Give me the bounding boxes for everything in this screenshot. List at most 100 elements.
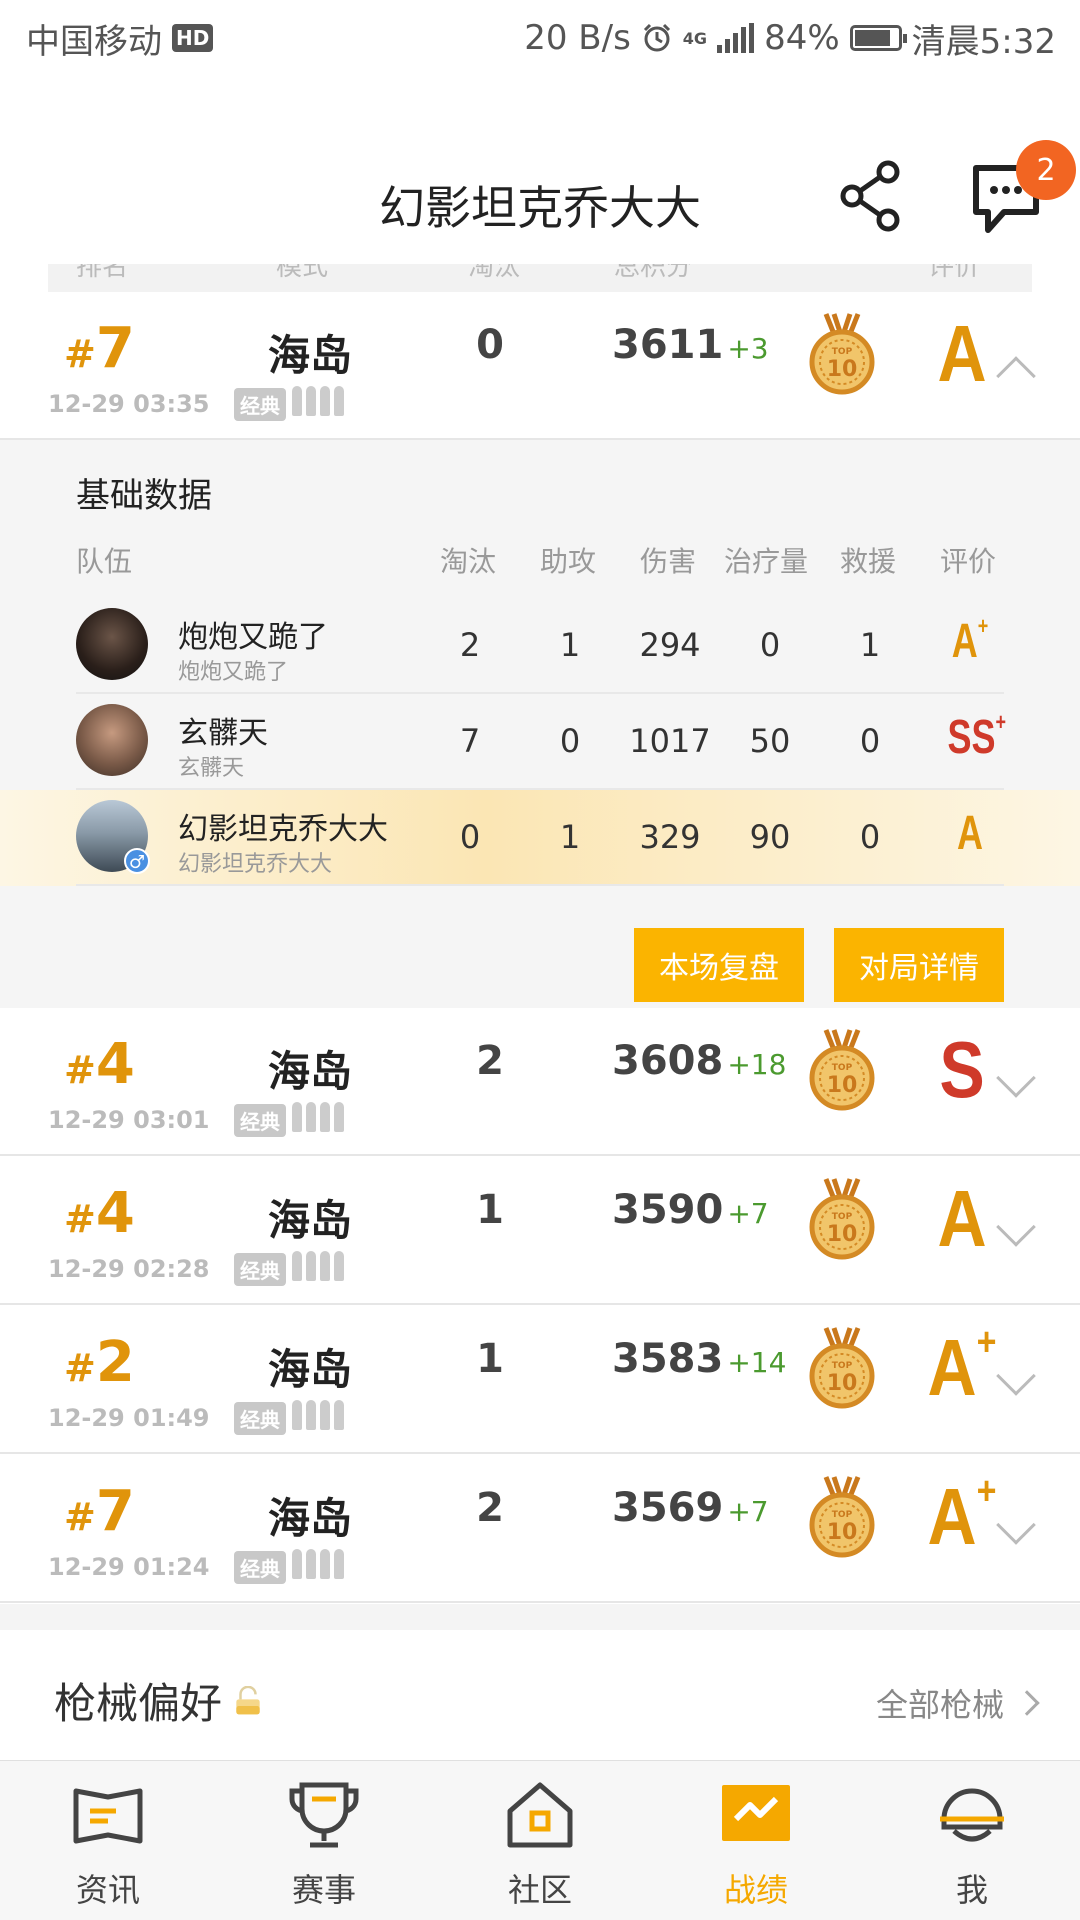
player-sub: 幻影坦克乔大大 [178, 852, 333, 877]
expand-chevron-icon[interactable] [996, 1207, 1036, 1247]
match-mode: 海岛 [267, 1047, 352, 1096]
rank-label: #7 [64, 1479, 135, 1544]
head-heal: 治疗量 [724, 545, 809, 578]
share-icon[interactable] [840, 160, 904, 232]
player-name: 炮炮又跪了 [178, 620, 328, 655]
signal-icon [717, 23, 755, 53]
bottom-tab-bar: 资讯 赛事 社区 战绩 我 [0, 1760, 1080, 1920]
male-icon: ♂ [124, 848, 150, 874]
mode-tag: 经典 [234, 1402, 286, 1435]
match-time: 12-29 02:28 [48, 1255, 210, 1283]
player-row[interactable]: 玄髒天 玄髒天 7 0 1017 50 0 SS+ [0, 694, 1080, 790]
svg-text:10: 10 [827, 1222, 858, 1247]
score-delta: +7 [727, 1197, 769, 1230]
player-assists: 0 [559, 722, 581, 760]
collapse-chevron-icon[interactable] [996, 356, 1036, 396]
player-heal: 0 [759, 626, 781, 664]
match-row[interactable]: #4 12-29 02:28 海岛 经典 1 3590 +7 TOP 10 A [0, 1157, 1080, 1305]
expand-chevron-icon[interactable] [996, 1356, 1036, 1396]
match-kills: 2 [476, 1038, 504, 1084]
player-row-self[interactable]: ♂ 幻影坦克乔大大 幻影坦克乔大大 0 1 329 90 0 A [0, 790, 1080, 886]
head-assists: 助攻 [540, 545, 597, 578]
app-header: 幻影坦克乔大大 [0, 76, 1080, 264]
match-grade: A+ [927, 1469, 997, 1561]
match-mode: 海岛 [267, 1196, 352, 1245]
match-score: 3590 +7 [612, 1187, 769, 1233]
head-revive: 救援 [840, 545, 897, 578]
top10-medal-icon: TOP 10 [804, 1177, 880, 1265]
score-delta: +14 [727, 1346, 787, 1379]
match-kills: 2 [476, 1485, 504, 1531]
match-time: 12-29 01:24 [48, 1553, 210, 1581]
head-team: 队伍 [76, 545, 133, 578]
rank-label: #4 [64, 1032, 135, 1097]
chevron-right-icon [1014, 1690, 1040, 1716]
rank-label: #7 [64, 316, 135, 381]
player-sub: 炮炮又跪了 [178, 660, 289, 685]
player-revive: 1 [859, 626, 881, 664]
all-weapons-link[interactable]: 全部枪械 [876, 1680, 1040, 1726]
column-header: 排名 模式 淘汰 总积分 评价 [48, 264, 1032, 292]
replay-button[interactable]: 本场复盘 [634, 928, 804, 1002]
col-grade: 评价 [928, 264, 981, 282]
expand-chevron-icon[interactable] [996, 1505, 1036, 1545]
svg-text:TOP: TOP [832, 1510, 853, 1520]
col-score: 总积分 [614, 264, 693, 282]
top10-medal-icon: TOP 10 [804, 1028, 880, 1116]
match-row[interactable]: #7 12-29 03:35 海岛 经典 0 3611 +3 TOP 10 A [0, 292, 1080, 440]
trophy-icon [289, 1782, 359, 1848]
squad-icon [292, 1549, 344, 1579]
tab-label: 资讯 [75, 1871, 140, 1909]
clock: 清晨5:32 [911, 21, 1056, 62]
detail-title: 基础数据 [76, 476, 212, 516]
news-icon [73, 1788, 143, 1844]
expand-chevron-icon[interactable] [996, 1058, 1036, 1098]
tab-label: 战绩 [723, 1871, 788, 1909]
carrier-label: 中国移动 [26, 21, 162, 62]
player-kills: 7 [459, 722, 481, 760]
score-delta: +18 [727, 1048, 787, 1081]
match-kills: 1 [476, 1336, 504, 1382]
player-heal: 50 [749, 722, 791, 760]
match-row[interactable]: #4 12-29 03:01 海岛 经典 2 3608 +18 TOP 10 S [0, 1008, 1080, 1156]
player-assists: 1 [559, 626, 581, 664]
mode-tag: 经典 [234, 1253, 286, 1286]
stats-icon [722, 1785, 790, 1841]
squad-icon [292, 1102, 344, 1132]
match-details-button[interactable]: 对局详情 [834, 928, 1004, 1002]
tab-label: 我 [955, 1871, 988, 1909]
match-row[interactable]: #2 12-29 01:49 海岛 经典 1 3583 +14 TOP 10 A+ [0, 1306, 1080, 1454]
tab-me[interactable]: 我 [864, 1761, 1080, 1920]
player-grade: A+ [951, 613, 989, 668]
svg-text:TOP: TOP [832, 347, 853, 357]
match-grade: S [939, 1025, 985, 1114]
tab-events[interactable]: 赛事 [216, 1761, 432, 1920]
mode-tag: 经典 [234, 1104, 286, 1137]
squad-icon [292, 386, 344, 416]
player-damage: 329 [639, 818, 701, 856]
match-grade: A [937, 309, 987, 398]
unlock-icon [236, 1685, 260, 1714]
tab-news[interactable]: 资讯 [0, 1761, 216, 1920]
tab-label: 赛事 [291, 1871, 356, 1909]
avatar [76, 704, 148, 776]
head-grade: 评价 [940, 545, 997, 578]
battery-percent: 84% [764, 18, 840, 58]
profile-icon [940, 1788, 1004, 1842]
head-kills: 淘汰 [440, 545, 497, 578]
avatar [76, 608, 148, 680]
svg-text:10: 10 [827, 357, 858, 382]
top10-medal-icon: TOP 10 [804, 312, 880, 400]
squad-icon [292, 1400, 344, 1430]
mode-tag: 经典 [234, 1551, 286, 1584]
tab-stats[interactable]: 战绩 [648, 1761, 864, 1920]
weapon-preference-section: 枪械偏好 全部枪械 [0, 1630, 1080, 1760]
match-row[interactable]: #7 12-29 01:24 海岛 经典 2 3569 +7 TOP 10 A+ [0, 1455, 1080, 1603]
battery-icon [849, 25, 907, 51]
home-icon [507, 1782, 573, 1848]
tab-community[interactable]: 社区 [432, 1761, 648, 1920]
player-kills: 0 [459, 818, 481, 856]
match-score: 3611 +3 [612, 322, 769, 368]
player-row[interactable]: 炮炮又跪了 炮炮又跪了 2 1 294 0 1 A+ [0, 598, 1080, 694]
match-time: 12-29 03:35 [48, 390, 210, 418]
